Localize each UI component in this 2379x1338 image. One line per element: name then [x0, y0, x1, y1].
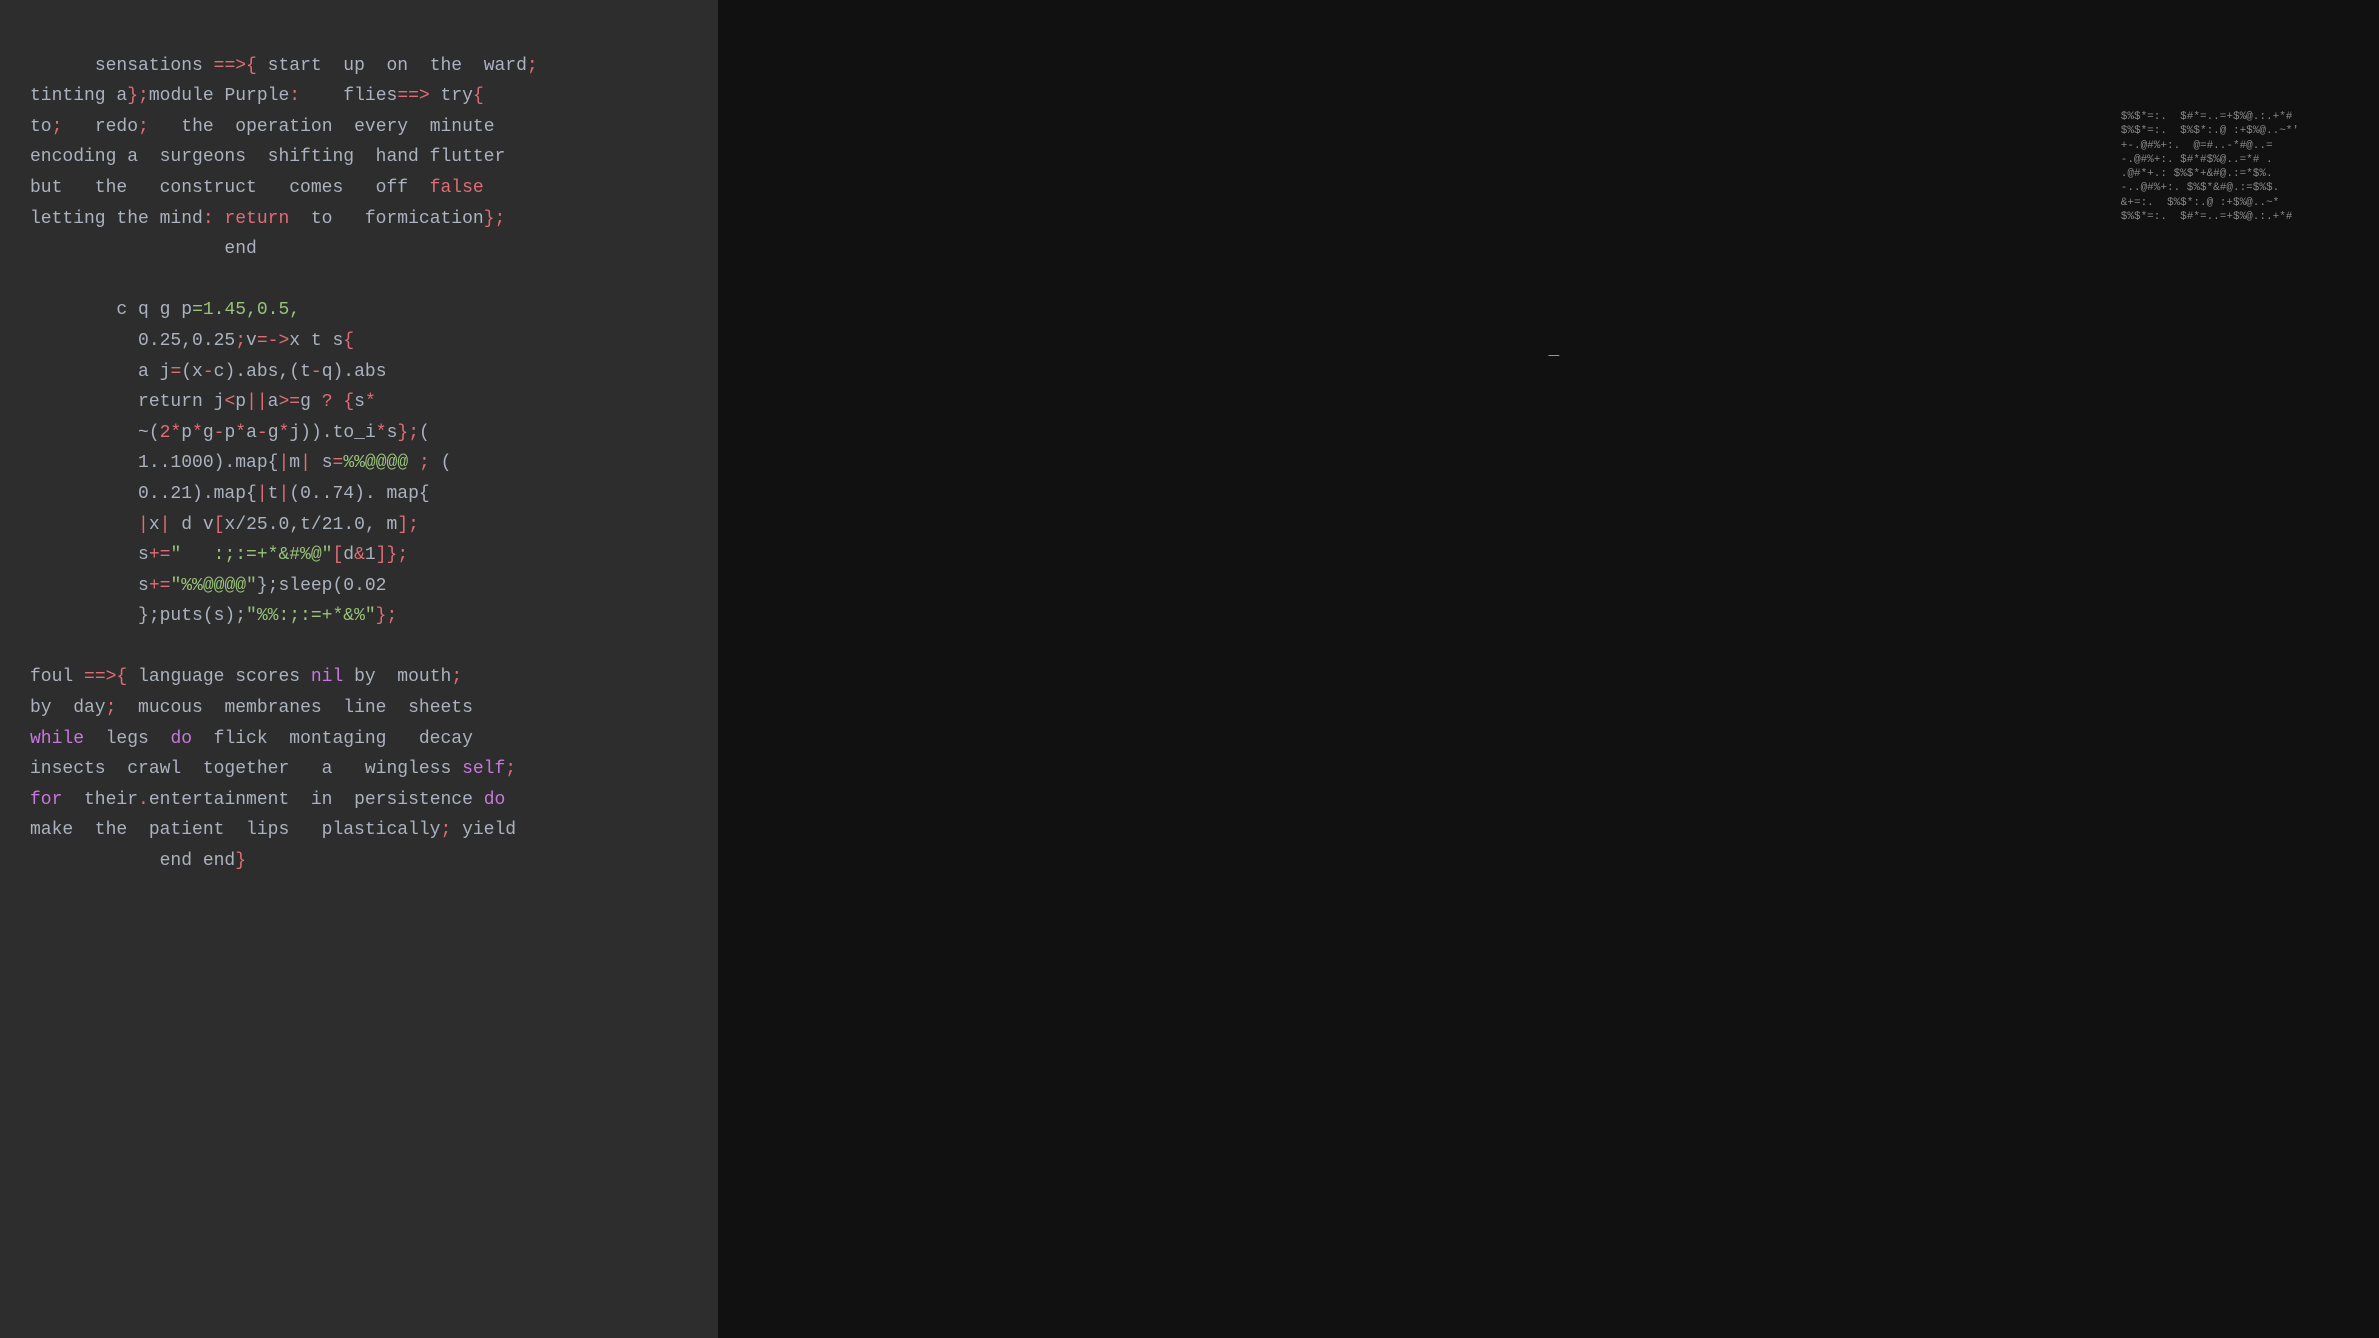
terminal-cursor: _ — [1549, 340, 1560, 360]
right-pane: $%$*=:. $#*=..=+$%@.:.+*# $%$*=:. $%$*:.… — [718, 0, 2379, 1338]
arrow-op: ==> — [214, 56, 246, 76]
code-line: sensations — [95, 56, 214, 76]
code-editor: sensations ==>{ start up on the ward; ti… — [30, 20, 688, 907]
main-container: sensations ==>{ start up on the ward; ti… — [0, 0, 2379, 1338]
left-pane: sensations ==>{ start up on the ward; ti… — [0, 0, 718, 1338]
ascii-art-display: $%$*=:. $#*=..=+$%@.:.+*# $%$*=:. $%$*:.… — [2121, 110, 2299, 224]
